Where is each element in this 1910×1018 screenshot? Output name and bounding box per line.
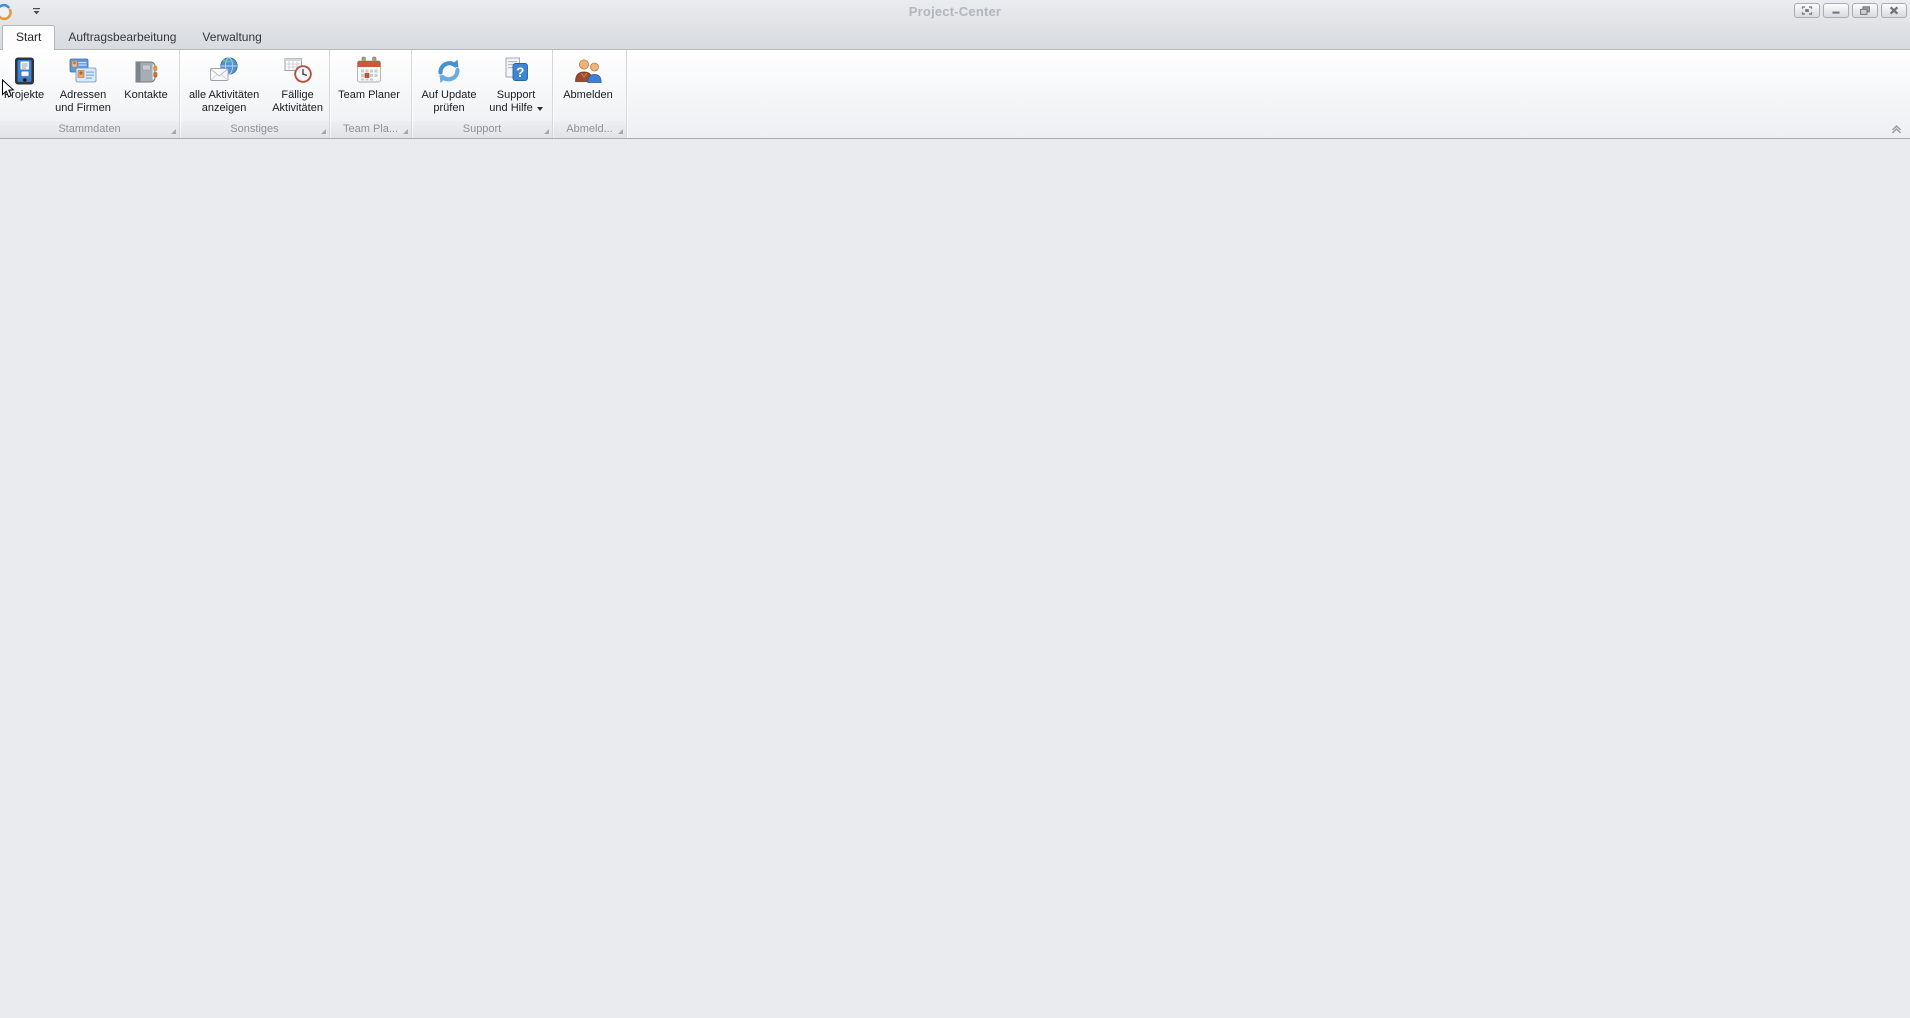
button-label: Fällige [281, 89, 314, 101]
ribbon-tab-bar: Start Auftragsbearbeitung Verwaltung [0, 25, 1910, 50]
ribbon-button-alle-aktivitaeten-anzeigen[interactable]: alle Aktivitäten anzeigen [183, 53, 265, 115]
group-caption-sonstiges: Sonstiges [180, 121, 329, 138]
group-caption-abmelden: Abmeld... [553, 121, 626, 138]
button-label-line2: und Firmen [55, 102, 111, 114]
group-caption-label: Team Pla... [342, 123, 399, 135]
ribbon-group-team-planer: Team Planer Team Pla... [330, 50, 412, 138]
ribbon-group-stammdaten: Projekte Adressen und Firmen Kontakte St… [0, 50, 180, 138]
ribbon-button-support-und-hilfe[interactable]: ? Support und Hilfe [484, 53, 548, 115]
tab-verwaltung[interactable]: Verwaltung [189, 26, 274, 49]
dropdown-caret-icon [536, 106, 543, 111]
group-caption-stammdaten: Stammdaten [0, 121, 179, 138]
close-icon [1889, 6, 1899, 15]
group-caption-support: Support [412, 121, 552, 138]
ribbon: Projekte Adressen und Firmen Kontakte St… [0, 49, 1910, 139]
mouse-cursor [2, 79, 15, 98]
group-caption-team-planer: Team Pla... [330, 121, 411, 138]
button-label: Abmelden [563, 89, 613, 101]
group-caption-label: Sonstiges [230, 123, 279, 135]
ribbon-group-support: Auf Update prüfen ? Support und Hilfe Su… [412, 50, 553, 138]
window-controls [1794, 3, 1907, 18]
button-label-line2: prüfen [433, 102, 465, 114]
button-label-line2: Aktivitäten [272, 102, 323, 114]
tab-auftragsbearbeitung[interactable]: Auftragsbearbeitung [55, 26, 189, 49]
dialog-launcher-icon[interactable] [403, 129, 408, 134]
calendar-clock-icon [282, 55, 314, 87]
ribbon-button-auf-update-pruefen[interactable]: Auf Update prüfen [418, 53, 480, 115]
restore-button[interactable] [1852, 3, 1878, 18]
ribbon-group-abmelden: Abmelden Abmeld... [553, 50, 627, 138]
button-label: Team Planer [338, 89, 400, 101]
button-label: Kontakte [124, 89, 168, 101]
dialog-launcher-icon[interactable] [544, 129, 549, 134]
ribbon-button-kontakte[interactable]: Kontakte [119, 53, 173, 102]
svg-text:?: ? [516, 65, 524, 80]
help-icon: ? [500, 55, 532, 87]
fit-window-button[interactable] [1794, 3, 1820, 18]
button-label: Adressen [59, 89, 107, 101]
ribbon-button-abmelden[interactable]: Abmelden [556, 53, 620, 102]
ribbon-groups: Projekte Adressen und Firmen Kontakte St… [0, 50, 1910, 138]
logout-users-icon [572, 55, 604, 87]
button-label: Auf Update [421, 89, 477, 101]
ribbon-button-team-planer[interactable]: Team Planer [333, 53, 405, 102]
window-header: Project-Center Start Auftragsbearbeitung… [0, 0, 1910, 50]
update-refresh-icon [433, 55, 465, 87]
content-area [0, 139, 1910, 1018]
ribbon-group-sonstiges: alle Aktivitäten anzeigen Fällige Aktivi… [180, 50, 330, 138]
collapse-ribbon-icon[interactable] [1890, 125, 1903, 134]
button-label: alle Aktivitäten [188, 89, 260, 101]
address-cards-icon [67, 55, 99, 87]
minimize-button[interactable] [1823, 3, 1849, 18]
minimize-icon [1832, 11, 1840, 14]
group-caption-label: Abmeld... [566, 123, 613, 135]
button-label-line2: und Hilfe [489, 102, 533, 114]
group-caption-label: Support [462, 123, 502, 135]
dialog-launcher-icon[interactable] [171, 129, 176, 134]
window-title: Project-Center [908, 4, 1002, 19]
team-calendar-icon [353, 55, 385, 87]
close-button[interactable] [1881, 3, 1907, 18]
ribbon-button-adressen-und-firmen[interactable]: Adressen und Firmen [51, 53, 115, 115]
app-window: Project-Center Start Auftragsbearbeitung… [0, 0, 1910, 1018]
ribbon-button-faellige-aktivitaeten[interactable]: Fällige Aktivitäten [269, 53, 326, 115]
restore-icon [1860, 5, 1870, 15]
tab-start[interactable]: Start [2, 25, 56, 50]
fit-window-icon [1801, 6, 1813, 15]
button-label-line2: anzeigen [201, 102, 247, 114]
dialog-launcher-icon[interactable] [618, 129, 623, 134]
button-label: Support [496, 89, 536, 101]
group-caption-label: Stammdaten [58, 123, 121, 135]
dialog-launcher-icon[interactable] [321, 129, 326, 134]
mail-globe-icon [208, 55, 240, 87]
contacts-book-icon [130, 55, 162, 87]
titlebar[interactable]: Project-Center [0, 0, 1910, 26]
